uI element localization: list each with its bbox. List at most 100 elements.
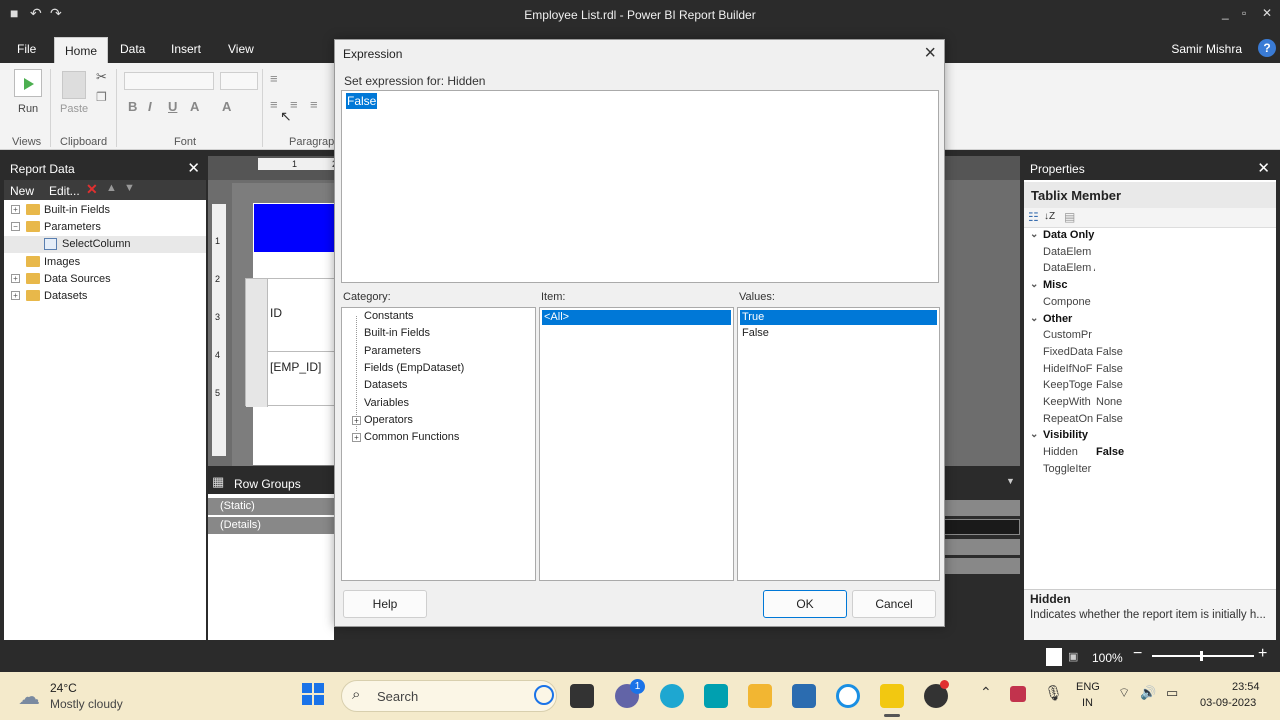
category-parameters[interactable]: Parameters [364,345,421,357]
zoom-in-icon[interactable]: + [1258,645,1267,663]
property-row[interactable]: CustomPr [1024,328,1276,345]
expression-text[interactable]: False [346,93,378,109]
align-top-icon[interactable]: ≡ [270,71,278,86]
language-region[interactable]: IN [1082,697,1093,709]
row-group-static[interactable]: (Static) [208,498,334,515]
expand-icon[interactable]: + [352,433,361,442]
tree-item-parameters[interactable]: − Parameters [4,219,206,236]
property-row[interactable]: RepeatOn False [1024,412,1276,429]
language-code[interactable]: ENG [1076,681,1100,693]
delete-icon[interactable]: ✕ [86,181,98,198]
app-circle-icon[interactable] [836,684,860,708]
underline-button[interactable]: U [168,99,177,114]
move-down-icon[interactable]: ▼ [124,182,135,194]
column-group-bar[interactable] [944,519,1020,535]
collapse-icon[interactable]: ⌄ [1030,229,1038,240]
help-icon[interactable]: ? [1258,39,1276,57]
zoom-slider-thumb[interactable] [1200,651,1203,661]
zoom-slider[interactable] [1152,655,1254,657]
menu-view[interactable]: View [228,42,254,56]
paste-button[interactable]: Paste [60,103,88,115]
print-layout-icon[interactable]: ▣ [1068,650,1078,663]
property-category[interactable]: ⌄ Data Only [1024,228,1276,245]
tree-item-datasets[interactable]: + Datasets [4,288,206,305]
category-variables[interactable]: Variables [364,397,409,409]
expression-editor[interactable]: False [341,90,939,283]
property-value[interactable]: False [1096,363,1123,375]
property-value[interactable]: False [1096,379,1123,391]
sort-alpha-icon[interactable]: ↓Z [1044,211,1055,222]
font-size-combo[interactable] [220,72,258,90]
category-operators[interactable]: Operators [364,414,413,426]
column-group-bar[interactable] [944,558,1020,574]
page-view-icon[interactable] [1046,648,1062,666]
weather-cloud-icon[interactable]: ☁ [18,684,40,710]
weather-description[interactable]: Mostly cloudy [50,697,123,711]
align-right-icon[interactable]: ≡ [310,97,318,112]
property-row[interactable]: FixedData False [1024,345,1276,362]
category-built-in-fields[interactable]: Built-in Fields [364,327,430,339]
property-value[interactable]: None [1096,396,1122,408]
property-row[interactable]: DataElem [1024,245,1276,262]
property-row[interactable]: Compone [1024,295,1276,312]
close-icon[interactable]: ✕ [1257,159,1270,177]
property-category[interactable]: ⌄ Misc [1024,278,1276,295]
expand-icon[interactable]: + [352,416,361,425]
expand-icon[interactable]: + [11,274,20,283]
maximize-icon[interactable]: ▫ [1242,6,1246,20]
property-row[interactable]: ToggleIter [1024,462,1276,479]
search-box[interactable]: ⌕ Search [341,680,557,712]
close-icon[interactable]: × [924,42,936,65]
property-row[interactable]: KeepToge False [1024,378,1276,395]
font-name-combo[interactable] [124,72,214,90]
row-group-details[interactable]: (Details) [208,517,334,534]
category-common-functions[interactable]: Common Functions [364,431,459,443]
new-button[interactable]: New [10,184,34,198]
tree-item-built-in-fields[interactable]: + Built-in Fields [4,202,206,219]
menu-data[interactable]: Data [120,42,145,56]
value-true[interactable]: True [740,310,937,325]
chevron-down-icon[interactable]: ▼ [1006,476,1015,486]
microphone-icon[interactable]: 🎙 [1044,684,1063,702]
clock-date[interactable]: 03-09-2023 [1200,697,1256,709]
tablix[interactable]: ID [EMP_ID] [245,278,338,407]
values-list[interactable]: True False [737,307,940,581]
tree-item-images[interactable]: Images [4,254,206,271]
property-row[interactable]: Hidden False [1024,445,1276,462]
property-value[interactable]: False [1096,413,1123,425]
copy-icon[interactable]: ❐ [96,90,107,104]
user-name[interactable]: Samir Mishra [1171,42,1242,56]
collapse-icon[interactable]: ⌄ [1030,279,1038,290]
align-left-icon[interactable]: ≡ [270,97,278,112]
collapse-icon[interactable]: − [11,222,20,231]
close-window-icon[interactable]: ✕ [1262,6,1272,20]
volume-icon[interactable]: 🔊 [1140,685,1156,701]
property-category[interactable]: ⌄ Other [1024,312,1276,329]
categorized-icon[interactable]: ☷ [1028,210,1039,224]
close-icon[interactable]: ✕ [187,159,200,177]
grow-font-button[interactable]: A [222,99,231,114]
edge-icon[interactable] [660,684,684,708]
clock-time[interactable]: 23:54 [1232,681,1260,693]
cancel-button[interactable]: Cancel [852,590,936,618]
move-up-icon[interactable]: ▲ [106,182,117,194]
zoom-out-icon[interactable]: − [1133,645,1142,663]
italic-button[interactable]: I [148,99,152,114]
collapse-icon[interactable]: ⌄ [1030,429,1038,440]
edit-button[interactable]: Edit... [49,184,80,198]
store-icon[interactable] [792,684,816,708]
wifi-icon[interactable]: ⌔ [1118,685,1130,701]
tablix-row-handles[interactable] [246,279,268,407]
weather-temperature[interactable]: 24°C [50,681,77,695]
category-constants[interactable]: Constants [364,310,414,322]
task-view-icon[interactable] [570,684,594,708]
run-button[interactable]: Run [18,103,38,115]
column-group-bar[interactable] [944,500,1020,516]
category-fields[interactable]: Fields (EmpDataset) [364,362,464,374]
tree-item-data-sources[interactable]: + Data Sources [4,271,206,288]
property-pages-icon[interactable]: ▤ [1064,210,1075,224]
font-color-button[interactable]: A [190,99,199,114]
ok-button[interactable]: OK [763,590,847,618]
collapse-icon[interactable]: ⌄ [1030,313,1038,324]
property-category[interactable]: ⌄ Visibility [1024,428,1276,445]
